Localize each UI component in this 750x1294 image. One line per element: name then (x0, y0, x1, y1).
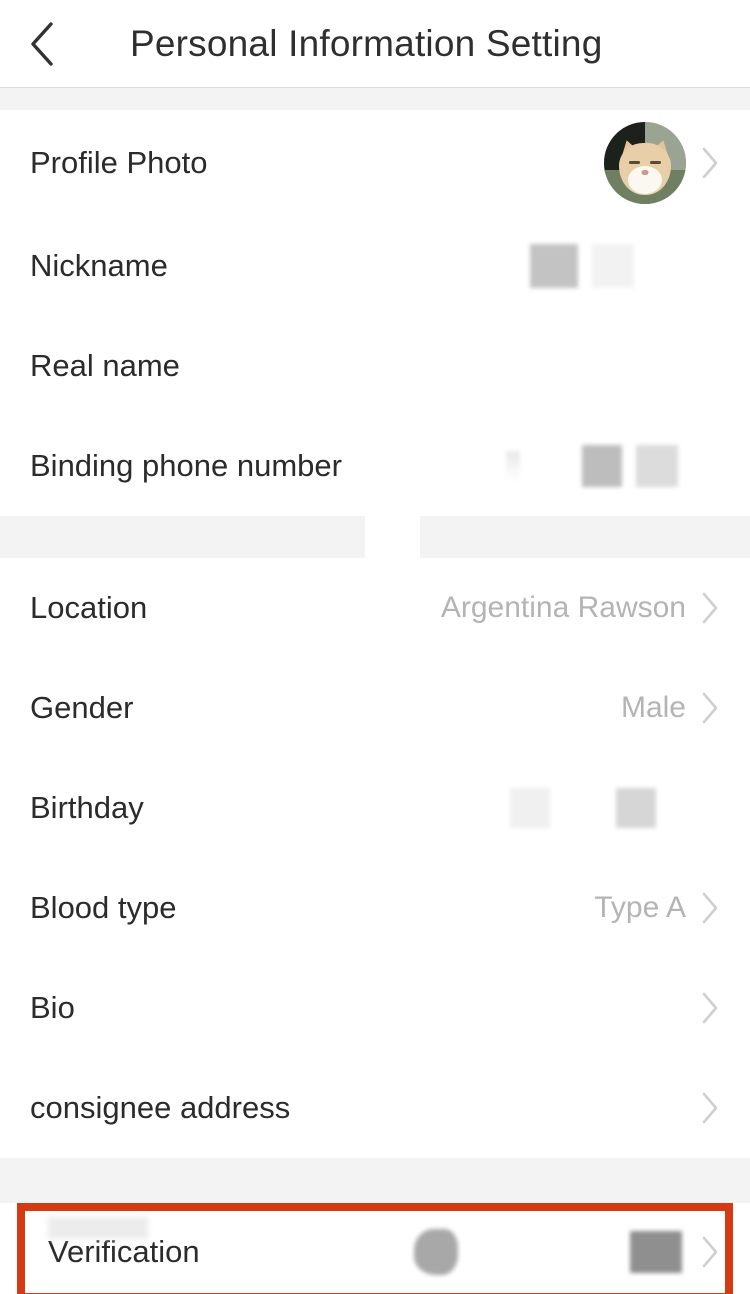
row-label: Gender (30, 690, 134, 725)
row-location[interactable]: Location Argentina Rawson (0, 558, 750, 658)
redacted-nickname-block-a (530, 244, 578, 288)
row-label: Bio (30, 990, 75, 1025)
row-value-group (506, 445, 720, 487)
row-label: consignee address (30, 1090, 291, 1125)
row-value-group (686, 991, 720, 1025)
section-divider-top (0, 88, 750, 110)
divider-segment-right (420, 516, 750, 558)
chevron-right-icon (702, 1236, 718, 1268)
row-nickname[interactable]: Nickname (0, 216, 750, 316)
back-button[interactable] (0, 0, 84, 88)
row-birthday[interactable]: Birthday (0, 758, 750, 858)
app-header: Personal Information Setting (0, 0, 750, 88)
chevron-right-icon (702, 692, 718, 724)
row-bio[interactable]: Bio (0, 958, 750, 1058)
redacted-phone-block-b (636, 445, 678, 487)
row-label: Verification (48, 1234, 200, 1269)
row-profile-photo[interactable]: Profile Photo (0, 110, 750, 216)
divider-segment-left (0, 516, 365, 558)
redacted-verification-blob (414, 1229, 458, 1275)
row-value: Argentina Rawson (440, 591, 686, 624)
row-label: Real name (30, 348, 180, 383)
row-value: Type A (594, 891, 686, 924)
row-value-group: Type A (594, 891, 720, 925)
row-label: Birthday (30, 790, 144, 825)
redacted-phone-block-a (582, 445, 622, 487)
row-value-group: Male (621, 691, 720, 725)
row-real-name[interactable]: Real name (0, 316, 750, 416)
chevron-right-icon (702, 992, 718, 1024)
chevron-left-icon (31, 21, 53, 66)
row-value-group (686, 1091, 720, 1125)
redacted-birthday-block-a (510, 788, 550, 828)
redacted-verification-block (630, 1231, 682, 1273)
redacted-phone-prefix (506, 451, 520, 481)
row-value-group (604, 122, 720, 204)
row-value-group: Argentina Rawson (441, 591, 720, 625)
row-value-group (510, 788, 720, 828)
row-value: Male (620, 691, 686, 724)
redacted-birthday-block-b (616, 788, 656, 828)
row-verification[interactable]: Verification (0, 1203, 750, 1294)
row-label: Binding phone number (30, 448, 342, 483)
row-label: Blood type (30, 890, 177, 925)
page-title: Personal Information Setting (130, 22, 603, 64)
row-binding-phone-number[interactable]: Binding phone number (0, 416, 750, 516)
row-value-group (530, 244, 720, 288)
row-gender[interactable]: Gender Male (0, 658, 750, 758)
chevron-right-icon (702, 592, 718, 624)
cat-eye-left (628, 160, 640, 164)
row-blood-type[interactable]: Blood type Type A (0, 858, 750, 958)
chevron-right-icon (702, 147, 718, 179)
avatar (604, 122, 686, 204)
section-divider-middle (0, 516, 750, 558)
row-consignee-address[interactable]: consignee address (0, 1058, 750, 1158)
row-label: Profile Photo (30, 145, 208, 180)
redacted-nickname-block-b (592, 244, 634, 288)
chevron-right-icon (702, 892, 718, 924)
section-account: Profile Photo Nickname Real name Binding… (0, 110, 750, 516)
section-divider-bottom (0, 1158, 750, 1203)
personal-information-setting-screen: Personal Information Setting Profile Pho… (0, 0, 750, 1294)
row-label: Location (30, 590, 148, 625)
row-value-group (238, 1229, 720, 1275)
verification-section: Verification (0, 1203, 750, 1294)
row-label: Nickname (30, 248, 168, 283)
section-profile-details: Location Argentina Rawson Gender Male Bi… (0, 558, 750, 1158)
redacted-verification-tag (48, 1217, 148, 1239)
cat-nose (641, 169, 649, 175)
chevron-right-icon (702, 1092, 718, 1124)
cat-eye-right (650, 160, 662, 164)
